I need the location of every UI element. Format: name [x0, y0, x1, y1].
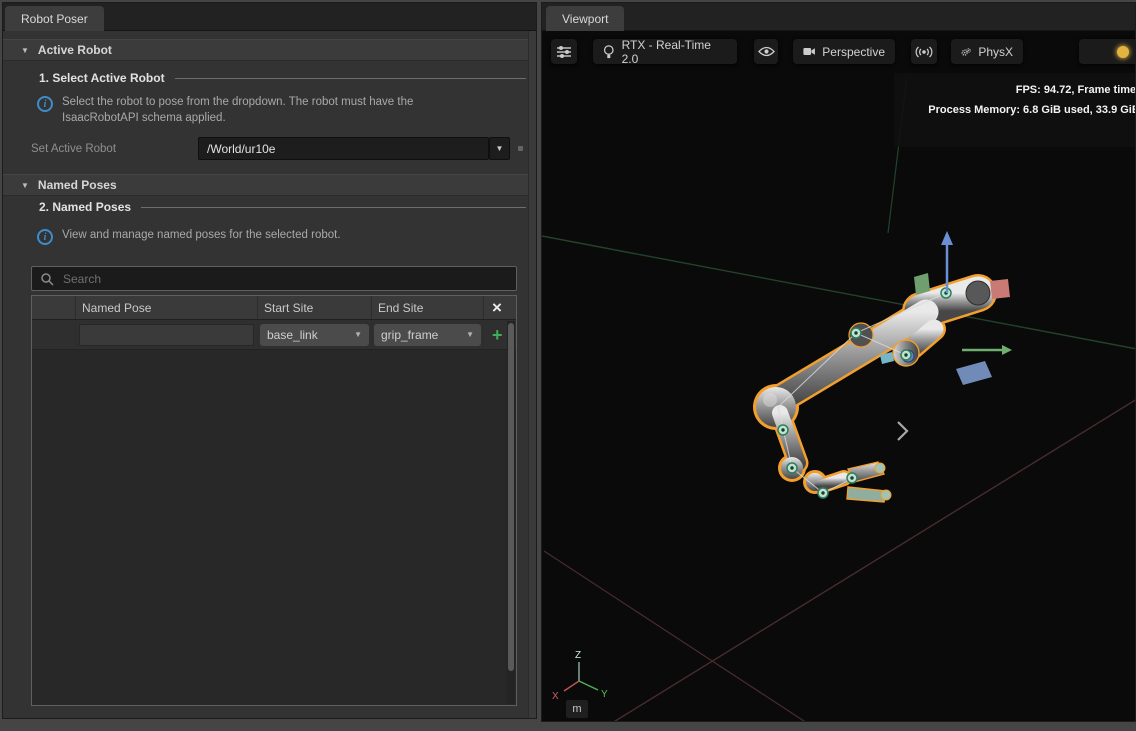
renderer-label: RTX - Real-Time 2.0: [622, 38, 727, 66]
header-named-pose: Named Pose: [76, 296, 258, 319]
robot-poser-body: ▼ Active Robot 1. Select Active Robot i …: [3, 31, 536, 718]
dropdown-arrow-icon: ▼: [354, 330, 362, 339]
dropdown-arrow-icon: ▼: [466, 330, 474, 339]
sliders-icon: [556, 45, 572, 59]
viewport-panel: Viewport: [541, 2, 1136, 722]
row-start-site-cell: base_link ▼: [258, 320, 372, 349]
row-end-site-cell: grip_frame ▼: [372, 320, 484, 349]
named-poses-info: i View and manage named poses for the se…: [37, 228, 436, 245]
robot-poser-tabbar: Robot Poser: [3, 3, 536, 31]
info-icon: i: [37, 96, 53, 112]
camera-button[interactable]: Perspective: [793, 39, 895, 64]
tab-viewport-label: Viewport: [562, 12, 608, 26]
lightbulb-icon: [603, 44, 615, 60]
section-named-poses-label: Named Poses: [38, 178, 117, 192]
end-site-dropdown[interactable]: grip_frame ▼: [374, 324, 481, 346]
info-icon: i: [37, 229, 53, 245]
step-select-active-robot: 1. Select Active Robot: [39, 71, 526, 85]
section-active-robot-label: Active Robot: [38, 43, 112, 57]
clear-rows-button[interactable]: ×: [492, 299, 502, 316]
set-active-robot-label: Set Active Robot: [31, 143, 116, 155]
axis-gizmo[interactable]: Z Y X: [552, 650, 608, 702]
stage-lights-button[interactable]: Stag: [1079, 39, 1135, 64]
tab-robot-poser-label: Robot Poser: [21, 12, 88, 26]
collapse-icon: ▼: [21, 181, 29, 190]
waypoint-button[interactable]: [911, 39, 937, 64]
section-named-poses[interactable]: ▼ Named Poses: [3, 174, 528, 196]
renderer-button[interactable]: RTX - Real-Time 2.0: [593, 39, 737, 64]
named-poses-table: Named Pose Start Site End Site × base_li…: [31, 295, 517, 706]
section-active-robot[interactable]: ▼ Active Robot: [3, 39, 528, 61]
viewport-tabbar: Viewport: [542, 3, 1135, 31]
plane-handle-blue: [956, 361, 992, 385]
axis-label-y: Y: [601, 689, 608, 700]
camera-icon: [803, 46, 815, 57]
panel-scrollbar-gutter[interactable]: [528, 31, 536, 718]
pose-search-box: [31, 266, 517, 291]
header-actions: ×: [484, 296, 516, 319]
base-cap: [966, 281, 990, 305]
header-start-site: Start Site: [258, 296, 372, 319]
camera-label: Perspective: [822, 45, 885, 59]
search-icon: [40, 272, 54, 286]
tab-robot-poser[interactable]: Robot Poser: [5, 6, 104, 31]
active-robot-info-text: Select the robot to pose from the dropdo…: [62, 95, 436, 126]
physx-button[interactable]: PhysX: [951, 39, 1023, 64]
plane-handle-red: [990, 279, 1010, 299]
active-robot-path-field[interactable]: [198, 137, 489, 160]
gripper-finger-bottom: [847, 487, 886, 502]
table-scrollbar-thumb[interactable]: [508, 323, 514, 671]
row-select-cell: [32, 320, 76, 349]
tab-viewport[interactable]: Viewport: [546, 6, 624, 31]
active-robot-info: i Select the robot to pose from the drop…: [37, 95, 436, 126]
step-title: 1. Select Active Robot: [39, 71, 165, 85]
scene-unit-label: m: [566, 700, 588, 718]
named-poses-info-text: View and manage named poses for the sele…: [62, 228, 341, 244]
physx-label: PhysX: [978, 45, 1013, 59]
start-site-dropdown[interactable]: base_link ▼: [260, 324, 369, 346]
ground-grid: [542, 77, 1135, 721]
viewport-content: Z Y X RTX - Real: [542, 31, 1135, 721]
stats-gpu-line: 6: [906, 120, 1135, 140]
sun-icon: [1117, 46, 1129, 58]
search-input[interactable]: [61, 271, 508, 287]
end-site-value: grip_frame: [381, 328, 438, 342]
waypoint-icon: [915, 46, 933, 58]
step-title: 2. Named Poses: [39, 200, 131, 214]
stats-memory-line: Process Memory: 6.8 GiB used, 33.9 GiB a: [906, 100, 1135, 120]
visibility-button[interactable]: [754, 39, 778, 64]
divider-line: [175, 78, 526, 79]
row-named-pose-cell: [76, 320, 258, 349]
named-pose-input[interactable]: [79, 324, 254, 346]
default-value-indicator[interactable]: [518, 146, 523, 151]
header-select-column: [32, 296, 76, 319]
dropdown-arrow-icon: ▼: [496, 144, 504, 153]
gears-icon: [961, 45, 971, 59]
axis-label-x: X: [552, 691, 559, 702]
viewport-toolbar: RTX - Real-Time 2.0 Perspective: [542, 39, 1135, 64]
app-window: Robot Poser ▼ Active Robot 1. Select Act…: [0, 0, 1136, 731]
table-row: base_link ▼ grip_frame ▼ +: [32, 320, 516, 350]
stats-fps-line: FPS: 94.72, Frame time: 1: [906, 80, 1135, 100]
eye-icon: [758, 46, 775, 57]
add-pose-button[interactable]: +: [492, 326, 503, 344]
expand-chevron-icon[interactable]: [898, 422, 907, 440]
collapse-icon: ▼: [21, 46, 29, 55]
viewport-settings-button[interactable]: [551, 39, 577, 64]
active-robot-dropdown-button[interactable]: ▼: [489, 137, 510, 160]
robot-poser-panel: Robot Poser ▼ Active Robot 1. Select Act…: [2, 2, 537, 719]
header-end-site: End Site: [372, 296, 484, 319]
axis-label-z: Z: [575, 650, 581, 661]
step-named-poses: 2. Named Poses: [39, 200, 526, 214]
performance-stats-overlay: FPS: 94.72, Frame time: 1 Process Memory…: [894, 73, 1135, 147]
start-site-value: base_link: [267, 328, 318, 342]
table-scrollbar: [507, 321, 515, 704]
table-header-row: Named Pose Start Site End Site ×: [32, 296, 516, 320]
divider-line: [141, 207, 526, 208]
